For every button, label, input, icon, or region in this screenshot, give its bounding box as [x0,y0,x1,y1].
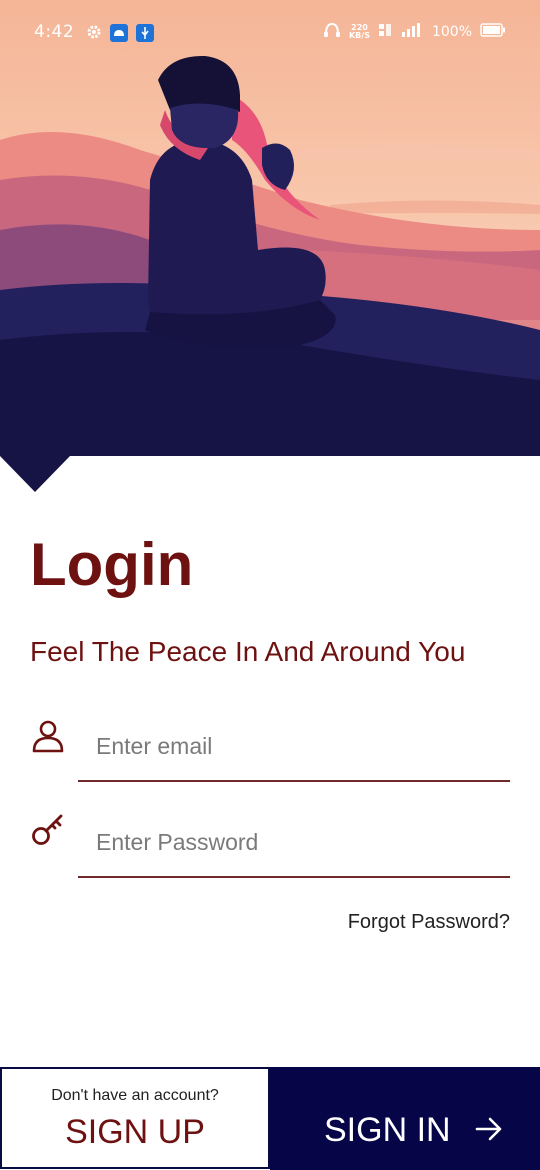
net-speed-unit: KB/S [348,31,370,40]
usb-icon [136,24,154,46]
headphones-icon [323,22,341,42]
settings-icon [86,24,102,44]
signup-label: SIGN UP [65,1113,205,1151]
key-icon [30,812,66,853]
user-icon [30,718,66,759]
battery-percent: 100% [431,24,472,40]
tagline: Feel The Peace In And Around You [30,636,466,667]
status-right-group: 220 KB/S 100% [323,22,506,42]
signal-icon [400,22,424,42]
network-speed: 220 KB/S [349,24,370,40]
status-time: 4:42 [34,22,75,42]
signup-button[interactable]: Don't have an account? SIGN UP [0,1067,270,1169]
arrow-right-icon [475,1116,503,1147]
password-field[interactable] [78,808,510,878]
bottom-action-bar: Don't have an account? SIGN UP SIGN IN [0,1067,540,1170]
signin-button[interactable]: SIGN IN [270,1067,540,1170]
email-field[interactable] [78,712,510,782]
status-bar: 4:42 220 KB/S 100% [0,0,540,66]
signup-hint: Don't have an account? [51,1087,219,1104]
forgot-password-link[interactable]: Forgot Password? [348,911,510,934]
signin-label: SIGN IN [324,1111,451,1149]
volte-icon [378,22,392,42]
android-debug-icon [110,24,128,46]
hero-illustration [0,0,540,495]
page-title: Login [30,531,194,598]
battery-icon [480,23,506,41]
